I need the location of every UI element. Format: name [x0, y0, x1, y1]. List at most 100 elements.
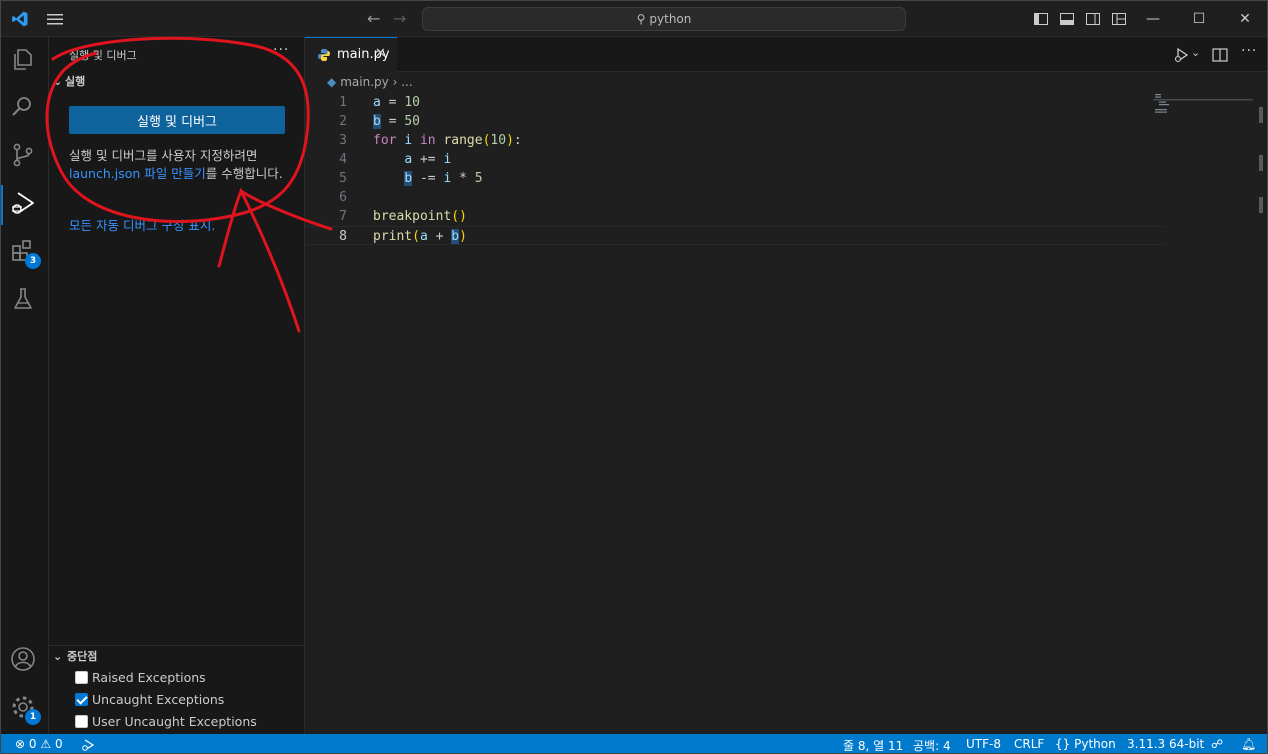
search-text: python: [649, 12, 692, 26]
language-mode[interactable]: {} Python: [1055, 737, 1116, 751]
create-launch-json-link[interactable]: launch.json 파일 만들기: [69, 166, 206, 181]
code-text: for i in range(10):: [373, 133, 522, 148]
user-uncaught-exceptions-checkbox[interactable]: [75, 715, 88, 728]
run-debug-icon[interactable]: [9, 189, 41, 221]
extensions-icon[interactable]: 3: [9, 237, 41, 269]
toggle-secondary-sidebar-icon[interactable]: [1085, 11, 1101, 27]
breakpoint-label: Uncaught Exceptions: [92, 692, 225, 707]
end-of-line[interactable]: CRLF: [1014, 737, 1044, 751]
line-number: 5: [339, 171, 347, 186]
split-editor-icon[interactable]: [1211, 46, 1229, 64]
back-arrow-icon[interactable]: ←: [367, 9, 380, 28]
breakpoint-label: Raised Exceptions: [92, 670, 206, 685]
breakpoint-user-uncaught-exceptions[interactable]: User Uncaught Exceptions: [75, 712, 257, 732]
accounts-icon[interactable]: [9, 645, 41, 677]
warning-icon: ⚠: [40, 737, 52, 751]
hint-text-after: 를 수행합니다.: [205, 166, 283, 181]
code-line: 5 b -= i * 5: [305, 169, 1165, 188]
forward-arrow-icon[interactable]: →: [393, 9, 406, 28]
tab-main-py[interactable]: main.py ✕: [305, 37, 397, 72]
customize-layout-icon[interactable]: [1111, 11, 1127, 27]
editor-area: main.py ✕ ⌄ ··· ◆ main.py › ... 1 a = 10 …: [305, 37, 1267, 734]
raised-exceptions-checkbox[interactable]: [75, 671, 88, 684]
error-count: 0: [28, 737, 37, 751]
run-dropdown-chevron-icon[interactable]: ⌄: [1191, 46, 1200, 59]
problems-indicator[interactable]: ⊗ 0 ⚠ 0: [15, 737, 63, 751]
manage-gear-icon[interactable]: 1: [9, 693, 41, 725]
line-number: 6: [339, 190, 347, 205]
line-number: 8: [339, 229, 347, 244]
breakpoints-section-header[interactable]: ⌄ 중단점: [49, 645, 305, 667]
editor-tabs: main.py ✕ ⌄ ···: [305, 37, 1267, 72]
encoding[interactable]: UTF-8: [966, 737, 1001, 751]
tab-close-icon[interactable]: ✕: [375, 46, 386, 61]
breadcrumb-file[interactable]: main.py: [340, 75, 389, 89]
more-actions-icon[interactable]: ···: [273, 42, 289, 58]
code-line: 2 b = 50: [305, 112, 1165, 131]
search-icon: ⚲: [636, 12, 646, 26]
run-section-label: 실행: [65, 75, 86, 88]
code-line-current: 8 print(a + b): [305, 226, 1165, 245]
scrollbar-marker: [1259, 107, 1263, 123]
maximize-icon[interactable]: ☐: [1187, 7, 1211, 31]
explorer-icon[interactable]: [9, 45, 41, 77]
uncaught-exceptions-checkbox[interactable]: [75, 693, 88, 706]
breadcrumb-more[interactable]: ...: [401, 75, 412, 89]
code-text: a = 10: [373, 95, 420, 110]
debug-status-icon[interactable]: [81, 738, 95, 752]
run-and-debug-button[interactable]: 실행 및 디버그: [69, 106, 285, 134]
breakpoint-label: User Uncaught Exceptions: [92, 714, 257, 729]
vscode-logo-icon: [12, 11, 28, 27]
toggle-sidebar-icon[interactable]: [1033, 11, 1049, 27]
indentation[interactable]: 공백: 4: [913, 737, 951, 753]
title-bar: ← → ⚲ python — ☐ ✕: [1, 1, 1267, 37]
breakpoints-label: 중단점: [67, 650, 98, 663]
code-text: breakpoint(): [373, 209, 467, 224]
warning-count: 0: [54, 737, 63, 751]
chevron-down-icon: ⌄: [53, 75, 63, 88]
breadcrumb-separator: ›: [392, 75, 398, 89]
close-icon[interactable]: ✕: [1233, 7, 1257, 31]
minimize-icon[interactable]: —: [1141, 7, 1165, 31]
code-text: print(a + b): [373, 229, 467, 244]
status-bar: ⊗ 0 ⚠ 0 줄 8, 열 11 공백: 4 UTF-8 CRLF {} Py…: [1, 734, 1267, 753]
breakpoint-raised-exceptions[interactable]: Raised Exceptions: [75, 668, 206, 688]
run-debug-sidebar: 실행 및 디버그 ··· ⌄ 실행 실행 및 디버그 실행 및 디버그를 사용자 …: [49, 37, 305, 734]
language-label: Python: [1074, 737, 1116, 751]
line-number: 3: [339, 133, 347, 148]
code-line: 7 breakpoint(): [305, 207, 1165, 226]
minimap[interactable]: [1153, 93, 1253, 113]
cursor-position[interactable]: 줄 8, 열 11: [843, 737, 903, 753]
menu-icon[interactable]: [45, 10, 65, 28]
code-line: 3 for i in range(10):: [305, 131, 1165, 150]
error-icon: ⊗: [15, 737, 26, 751]
notifications-bell-icon[interactable]: 🔔︎: [1241, 737, 1256, 751]
testing-icon[interactable]: [9, 285, 41, 317]
toggle-panel-icon[interactable]: [1059, 11, 1075, 27]
code-text: a += i: [404, 152, 452, 167]
source-control-icon[interactable]: [9, 141, 41, 173]
customize-hint: 실행 및 디버그를 사용자 지정하려면 launch.json 파일 만들기를 …: [69, 147, 285, 183]
code-line: 4 a += i: [305, 150, 1165, 169]
run-python-file-icon[interactable]: [1173, 46, 1191, 64]
code-line: 6: [305, 188, 1165, 207]
braces-icon: {}: [1055, 737, 1071, 751]
feedback-icon[interactable]: ☍: [1211, 737, 1223, 751]
active-view-indicator: [1, 185, 3, 225]
editor-more-actions-icon[interactable]: ···: [1241, 43, 1257, 59]
breadcrumb: ◆ main.py › ...: [327, 75, 413, 89]
show-all-debug-configs-link[interactable]: 모든 자동 디버그 구성 표시.: [69, 215, 215, 234]
chevron-down-icon: ⌄: [53, 650, 63, 663]
search-view-icon[interactable]: [9, 93, 41, 125]
python-interpreter[interactable]: 3.11.3 64-bit: [1127, 737, 1204, 751]
breakpoint-uncaught-exceptions[interactable]: Uncaught Exceptions: [75, 690, 224, 710]
command-center-search[interactable]: ⚲ python: [422, 7, 906, 31]
code-line: 1 a = 10: [305, 93, 1165, 112]
line-number: 2: [339, 114, 347, 129]
activity-bar: 3 1: [1, 37, 49, 734]
hint-text-before: 실행 및 디버그를 사용자 지정하려면: [69, 148, 258, 163]
line-number: 4: [339, 152, 347, 167]
sidebar-title: 실행 및 디버그: [69, 49, 137, 62]
run-section-header[interactable]: ⌄ 실행: [53, 73, 85, 89]
code-editor[interactable]: 1 a = 10 2 b = 50 3 for i in range(10): …: [305, 93, 1165, 245]
